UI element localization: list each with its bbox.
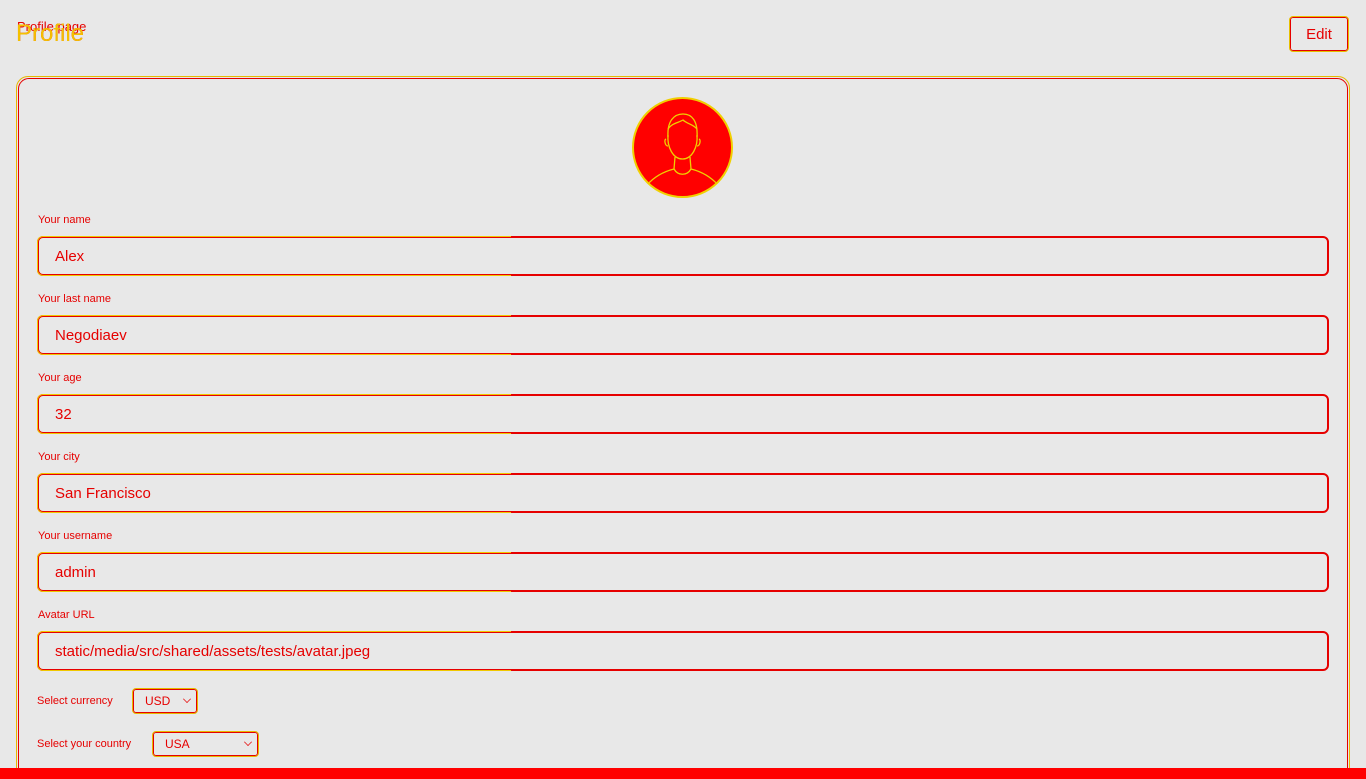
name-field[interactable] — [37, 236, 1329, 276]
avatar-url-label: Avatar URL — [38, 609, 95, 621]
username-field[interactable] — [37, 552, 1329, 592]
currency-label: Select currency — [37, 695, 113, 707]
profile-page: Profile page Profile Edit Your name Your… — [0, 0, 1366, 779]
country-select[interactable]: USA — [152, 731, 259, 757]
avatar-url-field[interactable] — [37, 631, 1329, 671]
name-label: Your name — [38, 214, 91, 226]
username-label: Your username — [38, 530, 113, 542]
edit-button[interactable]: Edit — [1289, 16, 1349, 52]
country-value: USA — [165, 737, 190, 751]
city-field[interactable] — [37, 473, 1329, 513]
last-name-label: Your last name — [38, 293, 111, 305]
chevron-down-icon — [244, 738, 252, 746]
user-avatar-icon — [646, 113, 719, 186]
bottom-bar — [0, 768, 1366, 779]
page-title: Profile — [16, 20, 85, 47]
last-name-field[interactable] — [37, 315, 1329, 355]
country-label: Select your country — [37, 738, 132, 750]
currency-value: USD — [145, 694, 171, 708]
avatar — [632, 97, 733, 198]
city-label: Your city — [38, 451, 80, 463]
currency-select[interactable]: USD — [132, 688, 198, 714]
age-field[interactable] — [37, 394, 1329, 434]
chevron-down-icon — [183, 695, 191, 703]
age-label: Your age — [38, 372, 82, 384]
